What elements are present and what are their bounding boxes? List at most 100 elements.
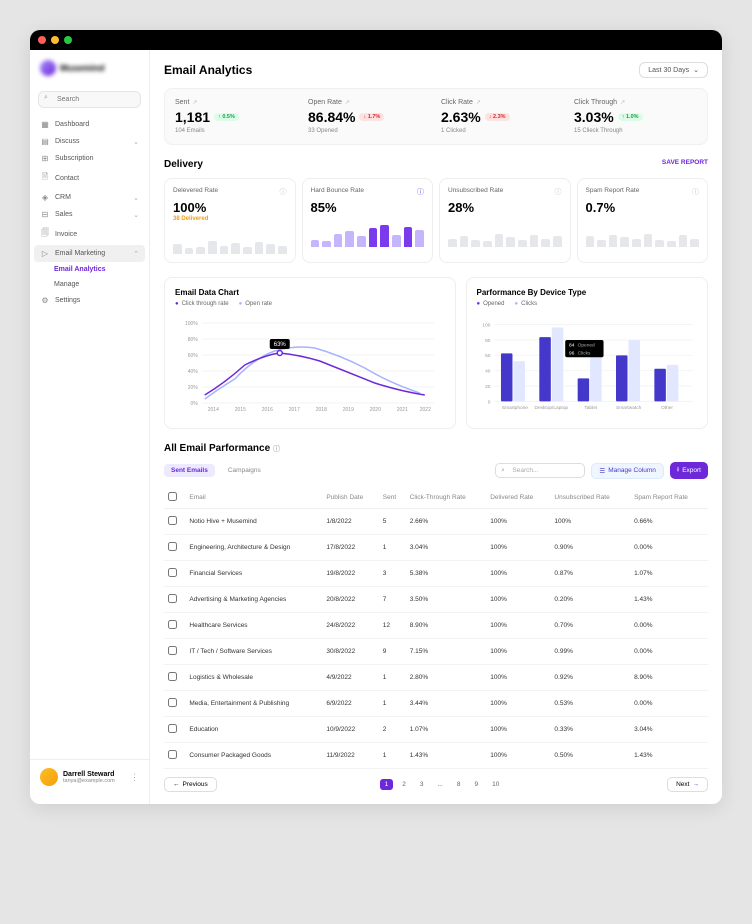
- stat-sent: Sent↗ 1,181↑ 0.5% 104 Emails: [175, 99, 298, 134]
- svg-text:63%: 63%: [274, 342, 287, 348]
- more-icon[interactable]: ⋮: [130, 772, 139, 783]
- row-checkbox[interactable]: [168, 594, 177, 603]
- tab-sent-emails[interactable]: Sent Emails: [164, 464, 215, 477]
- table-row[interactable]: Education10/9/202221.07%100%0.33%3.04%: [164, 717, 708, 743]
- sidebar-item-settings[interactable]: ⚙Settings: [34, 292, 145, 309]
- row-checkbox[interactable]: [168, 672, 177, 681]
- svg-text:Other: Other: [661, 405, 673, 411]
- column-header[interactable]: Click-Through Rate: [406, 487, 487, 509]
- search-input[interactable]: [38, 91, 141, 108]
- row-checkbox[interactable]: [168, 542, 177, 551]
- row-checkbox[interactable]: [168, 516, 177, 525]
- user-block[interactable]: Darrell Steward tanya@example.com ⋮: [30, 759, 149, 794]
- svg-text:60%: 60%: [188, 353, 199, 359]
- column-header[interactable]: Publish Date: [322, 487, 378, 509]
- sidebar-search[interactable]: ⌕: [38, 88, 141, 108]
- min-dot[interactable]: [51, 36, 59, 44]
- page-3[interactable]: 3: [415, 779, 429, 790]
- table-row[interactable]: Healthcare Services24/8/2022128.90%100%0…: [164, 613, 708, 639]
- manage-column-button[interactable]: ☰Manage Column: [591, 463, 664, 479]
- max-dot[interactable]: [64, 36, 72, 44]
- avatar: [40, 768, 58, 786]
- sidebar-item-subscription[interactable]: ⊞Subscription: [34, 150, 145, 167]
- page-2[interactable]: 2: [397, 779, 411, 790]
- page-1[interactable]: 1: [380, 779, 394, 790]
- nav-icon: 🗐: [40, 227, 50, 241]
- table-row[interactable]: Consumer Packaged Goods11/9/202211.43%10…: [164, 743, 708, 769]
- nav-icon: ▦: [40, 120, 50, 129]
- svg-text:100: 100: [482, 323, 490, 329]
- row-checkbox[interactable]: [168, 568, 177, 577]
- sidebar-item-sales[interactable]: ⊟Sales⌄: [34, 206, 145, 223]
- device-chart: Parformance By Device Type Opened Clicks…: [466, 277, 709, 429]
- info-icon[interactable]: ⓘ: [273, 446, 280, 453]
- stat-click-rate: Click Rate↗ 2.63%↓ 2.3% 1 Clicked: [441, 99, 564, 134]
- next-button[interactable]: Next→: [667, 777, 708, 792]
- column-header[interactable]: Email: [185, 487, 322, 509]
- brand: Musemind: [30, 60, 149, 84]
- stat-click-through: Click Through↗ 3.03%↑ 1.0% 15 Clieck Thr…: [574, 99, 697, 134]
- column-header[interactable]: Spam Report Rate: [630, 487, 708, 509]
- row-checkbox[interactable]: [168, 646, 177, 655]
- svg-text:20: 20: [485, 384, 491, 390]
- table-row[interactable]: Notio Hive + Musemind1/8/202252.66%100%1…: [164, 509, 708, 535]
- delivery-card-spam-report-rate: Spam Report Rateⓘ 0.7%: [577, 178, 709, 263]
- page-8[interactable]: 8: [452, 779, 466, 790]
- info-icon[interactable]: ⓘ: [280, 187, 287, 197]
- table-row[interactable]: Financial Services19/8/202235.38%100%0.8…: [164, 561, 708, 587]
- arrow-right-icon: →: [692, 781, 699, 788]
- prev-button[interactable]: ←Previous: [164, 777, 217, 792]
- page-9[interactable]: 9: [469, 779, 483, 790]
- svg-text:2019: 2019: [343, 407, 354, 413]
- sidebar-sub-email-analytics[interactable]: Email Analytics: [34, 262, 145, 277]
- table-search[interactable]: ⌕ Search...: [495, 463, 585, 478]
- date-filter[interactable]: Last 30 Days⌄: [639, 62, 708, 78]
- svg-text:2017: 2017: [289, 407, 300, 413]
- column-header[interactable]: Unsubscribed Rate: [550, 487, 630, 509]
- svg-text:100%: 100%: [185, 321, 198, 327]
- column-header[interactable]: Delivered Rate: [486, 487, 550, 509]
- chevron-icon: ⌄: [133, 138, 139, 146]
- delivery-card-unsubscribed-rate: Unsubscribed Rateⓘ 28%: [439, 178, 571, 263]
- sidebar-item-email-marketing[interactable]: ▷Email Marketing⌃: [34, 245, 145, 262]
- external-icon[interactable]: ↗: [476, 99, 481, 106]
- export-button[interactable]: ⭳Export: [670, 462, 708, 479]
- table-title: All Email Parformance: [164, 443, 270, 454]
- svg-text:Smartphone: Smartphone: [501, 405, 527, 411]
- row-checkbox[interactable]: [168, 620, 177, 629]
- table-row[interactable]: Media, Entertainment & Publishing6/9/202…: [164, 691, 708, 717]
- table-row[interactable]: Logistics & Wholesale4/9/202212.80%100%0…: [164, 665, 708, 691]
- save-report-link[interactable]: SAVE REPORT: [662, 159, 708, 170]
- table-row[interactable]: Engineering, Architecture & Design17/8/2…: [164, 535, 708, 561]
- external-icon[interactable]: ↗: [620, 99, 625, 106]
- select-all-checkbox[interactable]: [168, 492, 177, 501]
- row-checkbox[interactable]: [168, 724, 177, 733]
- sidebar-item-discuss[interactable]: ▤Discuss⌄: [34, 133, 145, 150]
- sidebar-item-contact[interactable]: 🗎Contact: [34, 167, 145, 189]
- info-icon[interactable]: ⓘ: [692, 187, 699, 197]
- table-row[interactable]: Advertising & Marketing Agencies20/8/202…: [164, 587, 708, 613]
- column-header[interactable]: Sent: [379, 487, 406, 509]
- external-icon[interactable]: ↗: [345, 99, 350, 106]
- legend-item: Clicks: [514, 301, 537, 307]
- sidebar-item-dashboard[interactable]: ▦Dashboard: [34, 116, 145, 133]
- row-checkbox[interactable]: [168, 698, 177, 707]
- svg-text:0%: 0%: [191, 401, 199, 407]
- sidebar-item-invoice[interactable]: 🗐Invoice: [34, 223, 145, 245]
- user-email: tanya@example.com: [63, 778, 115, 784]
- row-checkbox[interactable]: [168, 750, 177, 759]
- info-icon[interactable]: ⓘ: [417, 187, 424, 197]
- sidebar: Musemind ⌕ ▦Dashboard▤Discuss⌄⊞Subscript…: [30, 50, 150, 804]
- page-10[interactable]: 10: [487, 779, 504, 790]
- search-icon: ⌕: [501, 467, 504, 474]
- external-icon[interactable]: ↗: [192, 99, 197, 106]
- info-icon[interactable]: ⓘ: [555, 187, 562, 197]
- legend-item: Click through rate: [175, 301, 229, 307]
- close-dot[interactable]: [38, 36, 46, 44]
- tab-campaigns[interactable]: Campaigns: [221, 464, 268, 477]
- trend-badge: ↓ 2.3%: [485, 113, 510, 121]
- performance-table: EmailPublish DateSentClick-Through RateD…: [164, 487, 708, 769]
- sidebar-item-crm[interactable]: ◈CRM⌄: [34, 189, 145, 206]
- sidebar-sub-manage[interactable]: Manage: [34, 277, 145, 292]
- table-row[interactable]: IT / Tech / Software Services30/8/202297…: [164, 639, 708, 665]
